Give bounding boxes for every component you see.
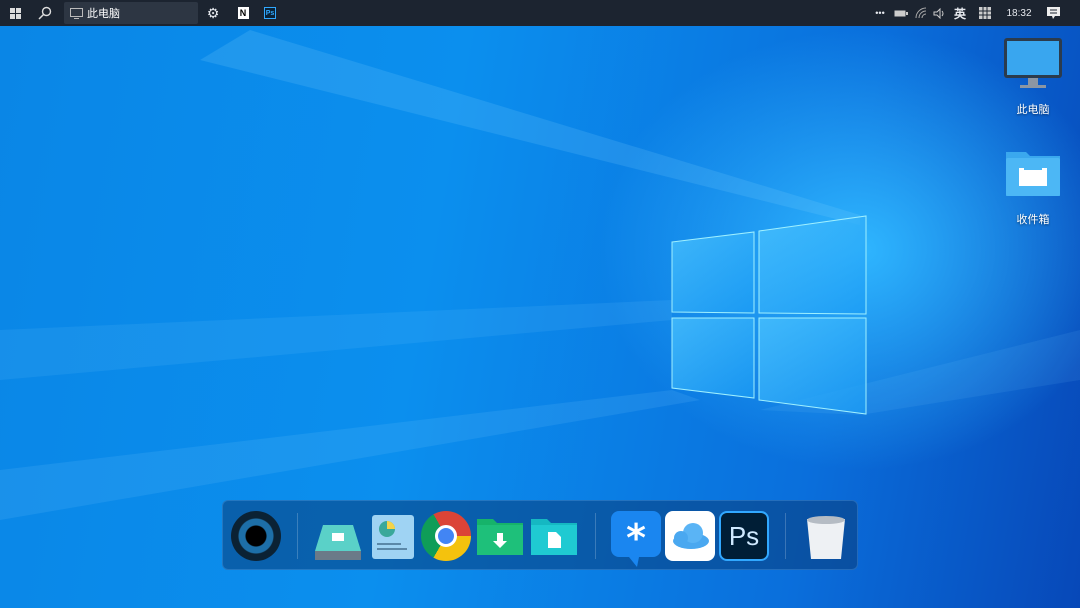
dock-separator <box>297 513 298 559</box>
volume-icon[interactable] <box>931 0 947 26</box>
battery-icon[interactable] <box>893 0 909 26</box>
dock-chrome-icon[interactable] <box>421 511 471 561</box>
notion-icon[interactable]: N <box>233 0 253 26</box>
photoshop-icon[interactable]: Ps <box>260 0 280 26</box>
dock-downloads-folder-icon[interactable] <box>475 511 525 561</box>
svg-text:*: * <box>626 516 646 560</box>
dock-disk-icon[interactable] <box>313 511 363 561</box>
folder-icon <box>1006 152 1060 196</box>
dock-launcher-icon[interactable] <box>231 511 281 561</box>
gear-icon[interactable]: ⚙ <box>203 0 223 26</box>
windows-grid-icon[interactable] <box>5 0 25 26</box>
address-bar[interactable]: 此电脑 <box>64 2 198 24</box>
dock-photoshop-icon[interactable]: Ps <box>719 511 769 561</box>
keyboard-grid-icon[interactable] <box>976 0 994 26</box>
desktop-icon-inbox[interactable]: 收件箱 <box>998 148 1068 227</box>
monitor-icon <box>1004 38 1062 88</box>
desktop-icon-label: 此电脑 <box>1016 104 1050 116</box>
desktop-icon-label: 收件箱 <box>1016 214 1050 226</box>
dock-separator <box>595 513 596 559</box>
dock-separator <box>785 513 786 559</box>
notification-icon[interactable] <box>1044 0 1062 26</box>
address-label: 此电脑 <box>87 8 120 20</box>
desktop-icon-this-pc[interactable]: 此电脑 <box>998 36 1068 117</box>
dock-dingtalk-icon[interactable]: * <box>611 511 661 567</box>
more-tray-icon[interactable]: ••• <box>872 0 888 26</box>
monitor-icon <box>70 7 83 19</box>
wifi-icon[interactable] <box>913 0 929 26</box>
ime-indicator[interactable]: 英 <box>951 0 969 26</box>
dock-trash-icon[interactable] <box>801 511 851 561</box>
clock[interactable]: 18:32 <box>1002 0 1036 26</box>
dock-icloud-icon[interactable] <box>665 511 715 561</box>
taskbar: 此电脑 ⚙ N Ps ••• 英 18:32 <box>0 0 1080 26</box>
dock-documents-folder-icon[interactable] <box>529 511 579 561</box>
search-icon[interactable] <box>35 0 55 26</box>
dock: * Ps <box>222 500 858 570</box>
dock-statistics-icon[interactable] <box>369 511 419 561</box>
